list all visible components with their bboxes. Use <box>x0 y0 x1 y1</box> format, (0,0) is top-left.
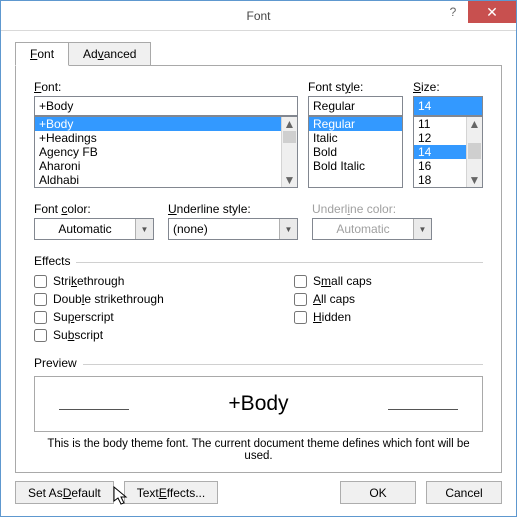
set-as-default-button[interactable]: Set As Default <box>15 481 114 504</box>
scroll-down-icon[interactable]: ▼ <box>469 173 481 187</box>
size-listbox[interactable]: 11 12 14 16 18 ▲ ▼ <box>413 116 483 188</box>
font-color-combo[interactable]: Automatic ▼ <box>34 218 154 240</box>
font-input[interactable] <box>34 96 298 116</box>
list-item[interactable]: Agency FB <box>35 145 297 159</box>
scroll-thumb[interactable] <box>468 143 481 159</box>
list-item[interactable]: Bold Italic <box>309 159 402 173</box>
underline-style-label: Underline style: <box>168 202 298 216</box>
scroll-down-icon[interactable]: ▼ <box>284 173 296 187</box>
underline-color-label: Underline color: <box>312 202 432 216</box>
font-color-label: Font color: <box>34 202 154 216</box>
scroll-thumb[interactable] <box>283 131 296 143</box>
font-dialog: Font ? ✕ Font Advanced Font: +Body +Head… <box>0 0 517 517</box>
chevron-down-icon: ▼ <box>135 219 153 239</box>
size-label: Size: <box>413 80 483 94</box>
titlebar-buttons: ? ✕ <box>438 1 516 23</box>
underline-color-combo: Automatic ▼ <box>312 218 432 240</box>
list-item[interactable]: +Body <box>35 117 297 131</box>
scroll-up-icon[interactable]: ▲ <box>284 117 296 131</box>
preview-line <box>59 409 129 410</box>
tab-body: Font: +Body +Headings Agency FB Aharoni … <box>15 65 502 473</box>
list-item[interactable]: Regular <box>309 117 402 131</box>
style-input[interactable] <box>308 96 403 116</box>
close-button[interactable]: ✕ <box>468 1 516 23</box>
scroll-up-icon[interactable]: ▲ <box>469 117 481 131</box>
font-listbox[interactable]: +Body +Headings Agency FB Aharoni Aldhab… <box>34 116 298 188</box>
list-item[interactable]: Aharoni <box>35 159 297 173</box>
effects-group: Effects <box>34 254 483 268</box>
style-listbox[interactable]: Regular Italic Bold Bold Italic <box>308 116 403 188</box>
superscript-checkbox[interactable]: Superscript <box>34 310 294 324</box>
list-item[interactable]: Italic <box>309 131 402 145</box>
list-item[interactable]: +Headings <box>35 131 297 145</box>
button-row: Set As Default Text Effects... OK Cancel <box>15 481 502 504</box>
tab-strip: Font Advanced <box>15 41 516 65</box>
preview-box: +Body <box>34 376 483 432</box>
chevron-down-icon: ▼ <box>413 219 431 239</box>
style-label: Font style: <box>308 80 403 94</box>
tab-font[interactable]: Font <box>15 42 69 66</box>
preview-group: Preview <box>34 356 483 370</box>
chevron-down-icon: ▼ <box>279 219 297 239</box>
small-caps-checkbox[interactable]: Small caps <box>294 274 372 288</box>
list-item[interactable]: Bold <box>309 145 402 159</box>
list-item[interactable]: Aldhabi <box>35 173 297 187</box>
strikethrough-checkbox[interactable]: Strikethrough <box>34 274 294 288</box>
all-caps-checkbox[interactable]: All caps <box>294 292 372 306</box>
preview-text: +Body <box>228 392 288 416</box>
cancel-button[interactable]: Cancel <box>426 481 502 504</box>
subscript-checkbox[interactable]: Subscript <box>34 328 294 342</box>
help-button[interactable]: ? <box>438 1 468 23</box>
scrollbar[interactable]: ▲ ▼ <box>466 117 482 187</box>
underline-style-combo[interactable]: (none) ▼ <box>168 218 298 240</box>
hidden-checkbox[interactable]: Hidden <box>294 310 372 324</box>
ok-button[interactable]: OK <box>340 481 416 504</box>
preview-line <box>388 409 458 410</box>
preview-hint: This is the body theme font. The current… <box>34 438 483 462</box>
text-effects-button[interactable]: Text Effects... <box>124 481 219 504</box>
size-input[interactable] <box>413 96 483 116</box>
titlebar: Font ? ✕ <box>1 1 516 31</box>
scrollbar[interactable]: ▲ ▼ <box>281 117 297 187</box>
tab-advanced[interactable]: Advanced <box>69 42 151 66</box>
double-strikethrough-checkbox[interactable]: Double strikethrough <box>34 292 294 306</box>
font-label: Font: <box>34 80 298 94</box>
